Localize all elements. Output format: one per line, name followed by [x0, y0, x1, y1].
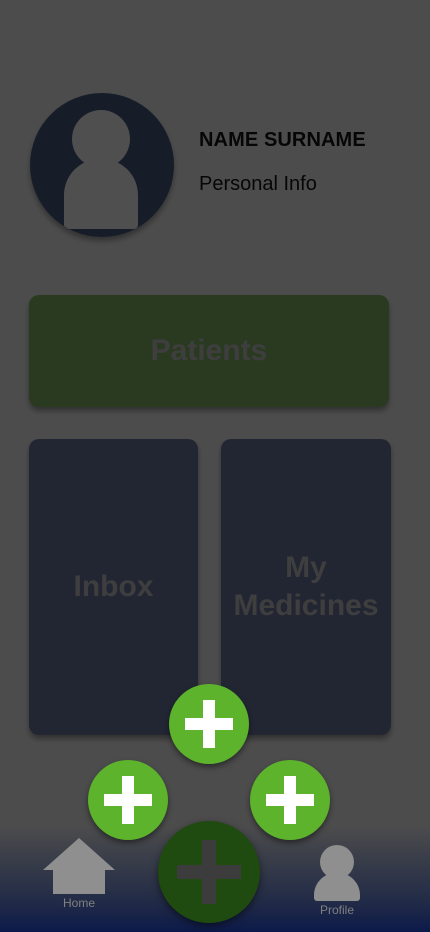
nav-home-label: Home [62, 896, 95, 910]
avatar-body [64, 159, 138, 229]
inbox-card[interactable]: Inbox [29, 439, 198, 735]
patients-card[interactable]: Patients [29, 295, 389, 407]
nav-profile-label: Profile [319, 903, 354, 917]
nav-profile[interactable]: Profile [305, 845, 369, 917]
my-medicines-card[interactable]: My Medicines [221, 439, 391, 735]
add-action-left-button[interactable] [88, 760, 168, 840]
main-add-button[interactable] [158, 821, 260, 923]
home-screen: NAME SURNAME Personal Info Patients Inbo… [0, 0, 430, 932]
avatar[interactable] [30, 93, 174, 237]
inbox-label: Inbox [73, 570, 154, 603]
user-name: NAME SURNAME [199, 129, 366, 151]
nav-home[interactable]: Home [43, 838, 115, 910]
person-icon [305, 845, 369, 901]
personal-info-link[interactable]: Personal Info [199, 173, 317, 196]
add-action-top-button[interactable] [169, 684, 249, 764]
patients-label: Patients [150, 334, 268, 367]
add-action-right-button[interactable] [250, 760, 330, 840]
home-icon [43, 838, 115, 894]
my-medicines-label: My Medicines [233, 551, 379, 622]
